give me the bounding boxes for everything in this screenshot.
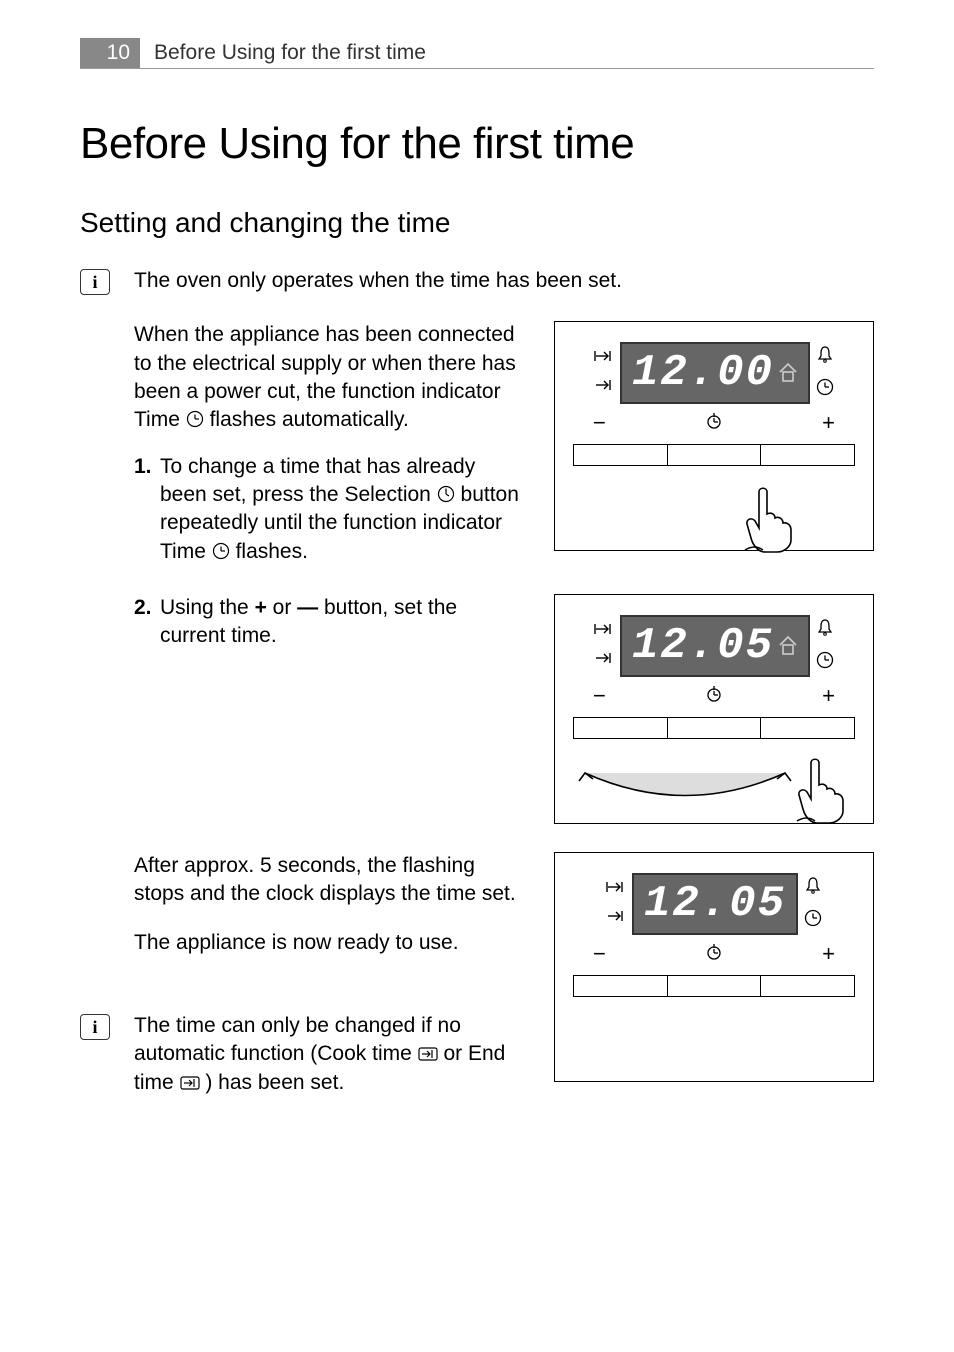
selection-icon xyxy=(704,941,724,967)
clock-plus-icon xyxy=(804,909,822,932)
cooktime-icon xyxy=(594,622,614,641)
minus-icon: − xyxy=(593,941,606,967)
plus-icon: + xyxy=(822,941,835,967)
para-connect: When the appliance has been connected to… xyxy=(134,321,524,434)
page-number: 10 xyxy=(80,38,140,68)
step-2: 2. Using the + or — button, set the curr… xyxy=(134,594,524,651)
clock-plus-icon xyxy=(816,378,834,401)
button-strip xyxy=(573,717,855,739)
cooktime-icon xyxy=(606,880,626,899)
plus-icon: + xyxy=(255,596,267,619)
selection-icon xyxy=(704,683,724,709)
para-ready: The appliance is now ready to use. xyxy=(134,929,524,957)
lcd-display-1: 12.00 xyxy=(620,342,810,404)
swipe-arc-icon xyxy=(575,763,795,803)
clock-icon xyxy=(212,540,236,563)
minus-icon: − xyxy=(593,410,606,436)
running-header: 10 Before Using for the first time xyxy=(80,38,874,69)
figure-1-panel: 12.00 xyxy=(554,321,874,551)
heading-2: Setting and changing the time xyxy=(80,207,874,239)
endtime-icon xyxy=(180,1071,206,1094)
figure-3-panel: 12.05 − xyxy=(554,852,874,1082)
endtime-icon xyxy=(594,651,614,670)
cooktime-icon xyxy=(594,349,614,368)
lcd-display-3: 12.05 xyxy=(632,873,798,935)
house-icon xyxy=(778,360,798,389)
minus-icon: − xyxy=(593,683,606,709)
finger-press-icon xyxy=(789,755,849,825)
figure-2-panel: 12.05 xyxy=(554,594,874,824)
info-icon: i xyxy=(80,269,110,295)
endtime-icon xyxy=(594,378,614,397)
button-strip xyxy=(573,444,855,466)
selection-icon xyxy=(704,410,724,436)
para-after: After approx. 5 seconds, the flashing st… xyxy=(134,852,524,909)
cooktime-icon xyxy=(418,1042,444,1065)
plus-icon: + xyxy=(822,683,835,709)
info-note-1: The oven only operates when the time has… xyxy=(134,267,874,295)
info-note-2: The time can only be changed if no autom… xyxy=(134,1012,534,1097)
endtime-icon xyxy=(606,909,626,928)
house-icon xyxy=(778,633,798,662)
plus-icon: + xyxy=(822,410,835,436)
bell-icon xyxy=(817,345,833,368)
info-icon: i xyxy=(80,1014,110,1040)
clock-icon xyxy=(186,408,210,431)
step-1: 1. To change a time that has already bee… xyxy=(134,453,524,566)
minus-icon: — xyxy=(297,596,318,619)
button-strip xyxy=(573,975,855,997)
lcd-display-2: 12.05 xyxy=(620,615,810,677)
clock-plus-icon xyxy=(816,651,834,674)
selection-icon xyxy=(437,483,461,506)
finger-press-icon xyxy=(737,484,797,554)
heading-1: Before Using for the first time xyxy=(80,119,874,169)
bell-icon xyxy=(805,876,821,899)
running-title: Before Using for the first time xyxy=(140,38,440,68)
bell-icon xyxy=(817,618,833,641)
